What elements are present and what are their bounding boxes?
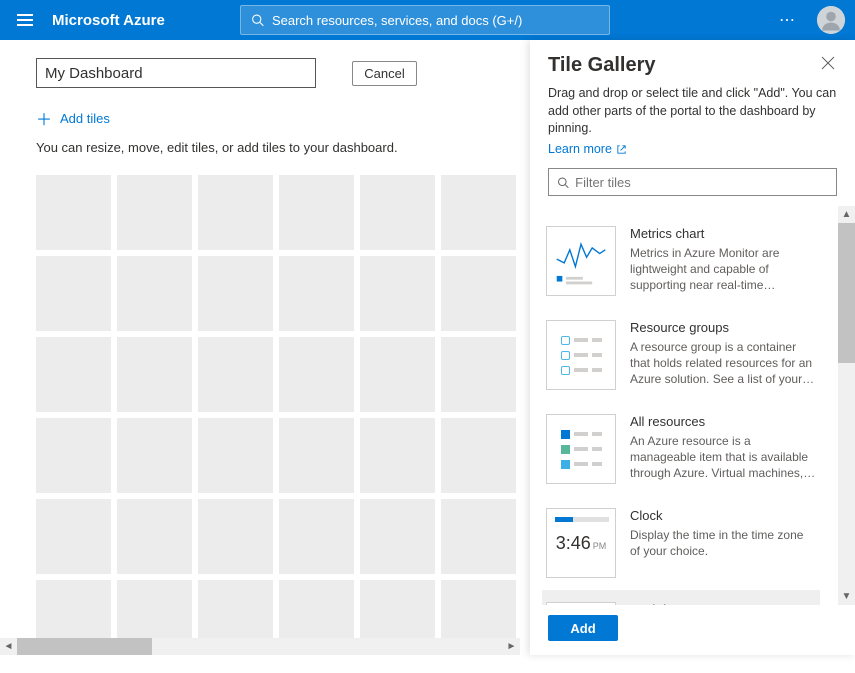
tile-thumb	[546, 226, 616, 296]
tile-title: Clock	[630, 508, 816, 523]
scroll-left-arrow[interactable]: ◄	[0, 638, 17, 655]
grid-cell[interactable]	[117, 256, 192, 331]
tile-grid[interactable]	[36, 175, 518, 655]
tile-item-metrics-chart[interactable]: Metrics chart Metrics in Azure Monitor a…	[542, 214, 820, 308]
scroll-track[interactable]	[838, 223, 855, 588]
grid-cell[interactable]	[198, 418, 273, 493]
filter-search-icon	[557, 176, 569, 189]
hamburger-icon	[17, 19, 33, 21]
grid-cell[interactable]	[198, 337, 273, 412]
learn-more-text: Learn more	[548, 141, 612, 159]
tile-thumb	[546, 320, 616, 390]
tile-desc: An Azure resource is a manageable item t…	[630, 433, 816, 482]
grid-cell[interactable]	[441, 337, 516, 412]
grid-cell[interactable]	[36, 499, 111, 574]
grid-cell[interactable]	[198, 175, 273, 250]
grid-cell[interactable]	[360, 418, 435, 493]
grid-cell[interactable]	[117, 337, 192, 412]
grid-cell[interactable]	[117, 499, 192, 574]
tile-thumb: 3:46 PM	[546, 508, 616, 578]
tile-item-markdown[interactable]: # Markdown Display custom, static conten…	[542, 590, 820, 605]
grid-cell[interactable]	[441, 499, 516, 574]
scroll-thumb[interactable]	[838, 223, 855, 363]
dashboard-title-input[interactable]	[36, 58, 316, 88]
scroll-up-arrow[interactable]: ▲	[838, 206, 855, 223]
learn-more-link[interactable]: Learn more	[548, 141, 627, 159]
avatar[interactable]	[817, 6, 845, 34]
search-icon	[251, 13, 264, 27]
tile-title: All resources	[630, 414, 816, 429]
menu-button[interactable]	[10, 5, 40, 35]
grid-cell[interactable]	[117, 418, 192, 493]
more-menu-button[interactable]: ⋯	[779, 10, 797, 30]
grid-cell[interactable]	[279, 337, 354, 412]
brand-label: Microsoft Azure	[52, 12, 165, 29]
grid-cell[interactable]	[36, 256, 111, 331]
grid-cell[interactable]	[360, 337, 435, 412]
grid-cell[interactable]	[36, 418, 111, 493]
grid-cell[interactable]	[279, 499, 354, 574]
tile-item-clock[interactable]: 3:46 PM Clock Display the time in the ti…	[542, 496, 820, 590]
user-icon	[817, 6, 845, 34]
filter-tiles-input[interactable]	[548, 168, 837, 196]
clock-ampm: PM	[593, 541, 607, 551]
grid-cell[interactable]	[36, 175, 111, 250]
close-button[interactable]	[819, 54, 837, 75]
grid-cell[interactable]	[441, 418, 516, 493]
scroll-track[interactable]	[17, 638, 503, 655]
panel-title: Tile Gallery	[548, 54, 655, 77]
panel-description: Drag and drop or select tile and click "…	[530, 85, 855, 158]
tile-thumb	[546, 414, 616, 484]
grid-cell[interactable]	[441, 256, 516, 331]
tile-thumb: #	[546, 602, 616, 605]
metrics-chart-icon	[553, 233, 609, 289]
grid-cell[interactable]	[279, 175, 354, 250]
external-link-icon	[616, 144, 627, 155]
scroll-right-arrow[interactable]: ►	[503, 638, 520, 655]
grid-cell[interactable]	[441, 175, 516, 250]
add-button[interactable]: Add	[548, 615, 618, 641]
tile-item-all-resources[interactable]: All resources An Azure resource is a man…	[542, 402, 820, 496]
plus-icon: ＋	[36, 106, 52, 130]
add-tiles-label: Add tiles	[60, 111, 110, 126]
panel-desc-text: Drag and drop or select tile and click "…	[548, 86, 836, 135]
tile-title: Metrics chart	[630, 226, 816, 241]
global-search[interactable]	[240, 5, 610, 35]
tile-desc: Metrics in Azure Monitor are lightweight…	[630, 245, 816, 294]
tile-desc: Display the time in the time zone of you…	[630, 527, 816, 559]
tiles-list: Metrics chart Metrics in Azure Monitor a…	[530, 206, 855, 605]
grid-cell[interactable]	[360, 499, 435, 574]
tile-desc: A resource group is a container that hol…	[630, 339, 816, 388]
grid-cell[interactable]	[198, 499, 273, 574]
filter-tiles-field[interactable]	[575, 175, 828, 190]
grid-cell[interactable]	[36, 337, 111, 412]
tile-gallery-panel: Tile Gallery Drag and drop or select til…	[530, 40, 855, 655]
search-input[interactable]	[272, 13, 599, 28]
grid-cell[interactable]	[117, 175, 192, 250]
grid-cell[interactable]	[360, 175, 435, 250]
scroll-down-arrow[interactable]: ▼	[838, 588, 855, 605]
grid-cell[interactable]	[360, 256, 435, 331]
tile-title: Resource groups	[630, 320, 816, 335]
grid-cell[interactable]	[279, 256, 354, 331]
top-bar: Microsoft Azure ⋯	[0, 0, 855, 40]
content-area: Cancel ＋ Add tiles You can resize, move,…	[0, 40, 855, 655]
vertical-scrollbar[interactable]: ▲ ▼	[838, 206, 855, 605]
horizontal-scrollbar[interactable]: ◄ ►	[0, 638, 520, 655]
tile-item-resource-groups[interactable]: Resource groups A resource group is a co…	[542, 308, 820, 402]
scroll-thumb[interactable]	[17, 638, 152, 655]
clock-time: 3:46	[556, 533, 591, 554]
grid-cell[interactable]	[279, 418, 354, 493]
cancel-button[interactable]: Cancel	[352, 61, 417, 86]
tile-title: Markdown	[630, 602, 816, 605]
grid-cell[interactable]	[198, 256, 273, 331]
close-icon	[821, 56, 835, 70]
